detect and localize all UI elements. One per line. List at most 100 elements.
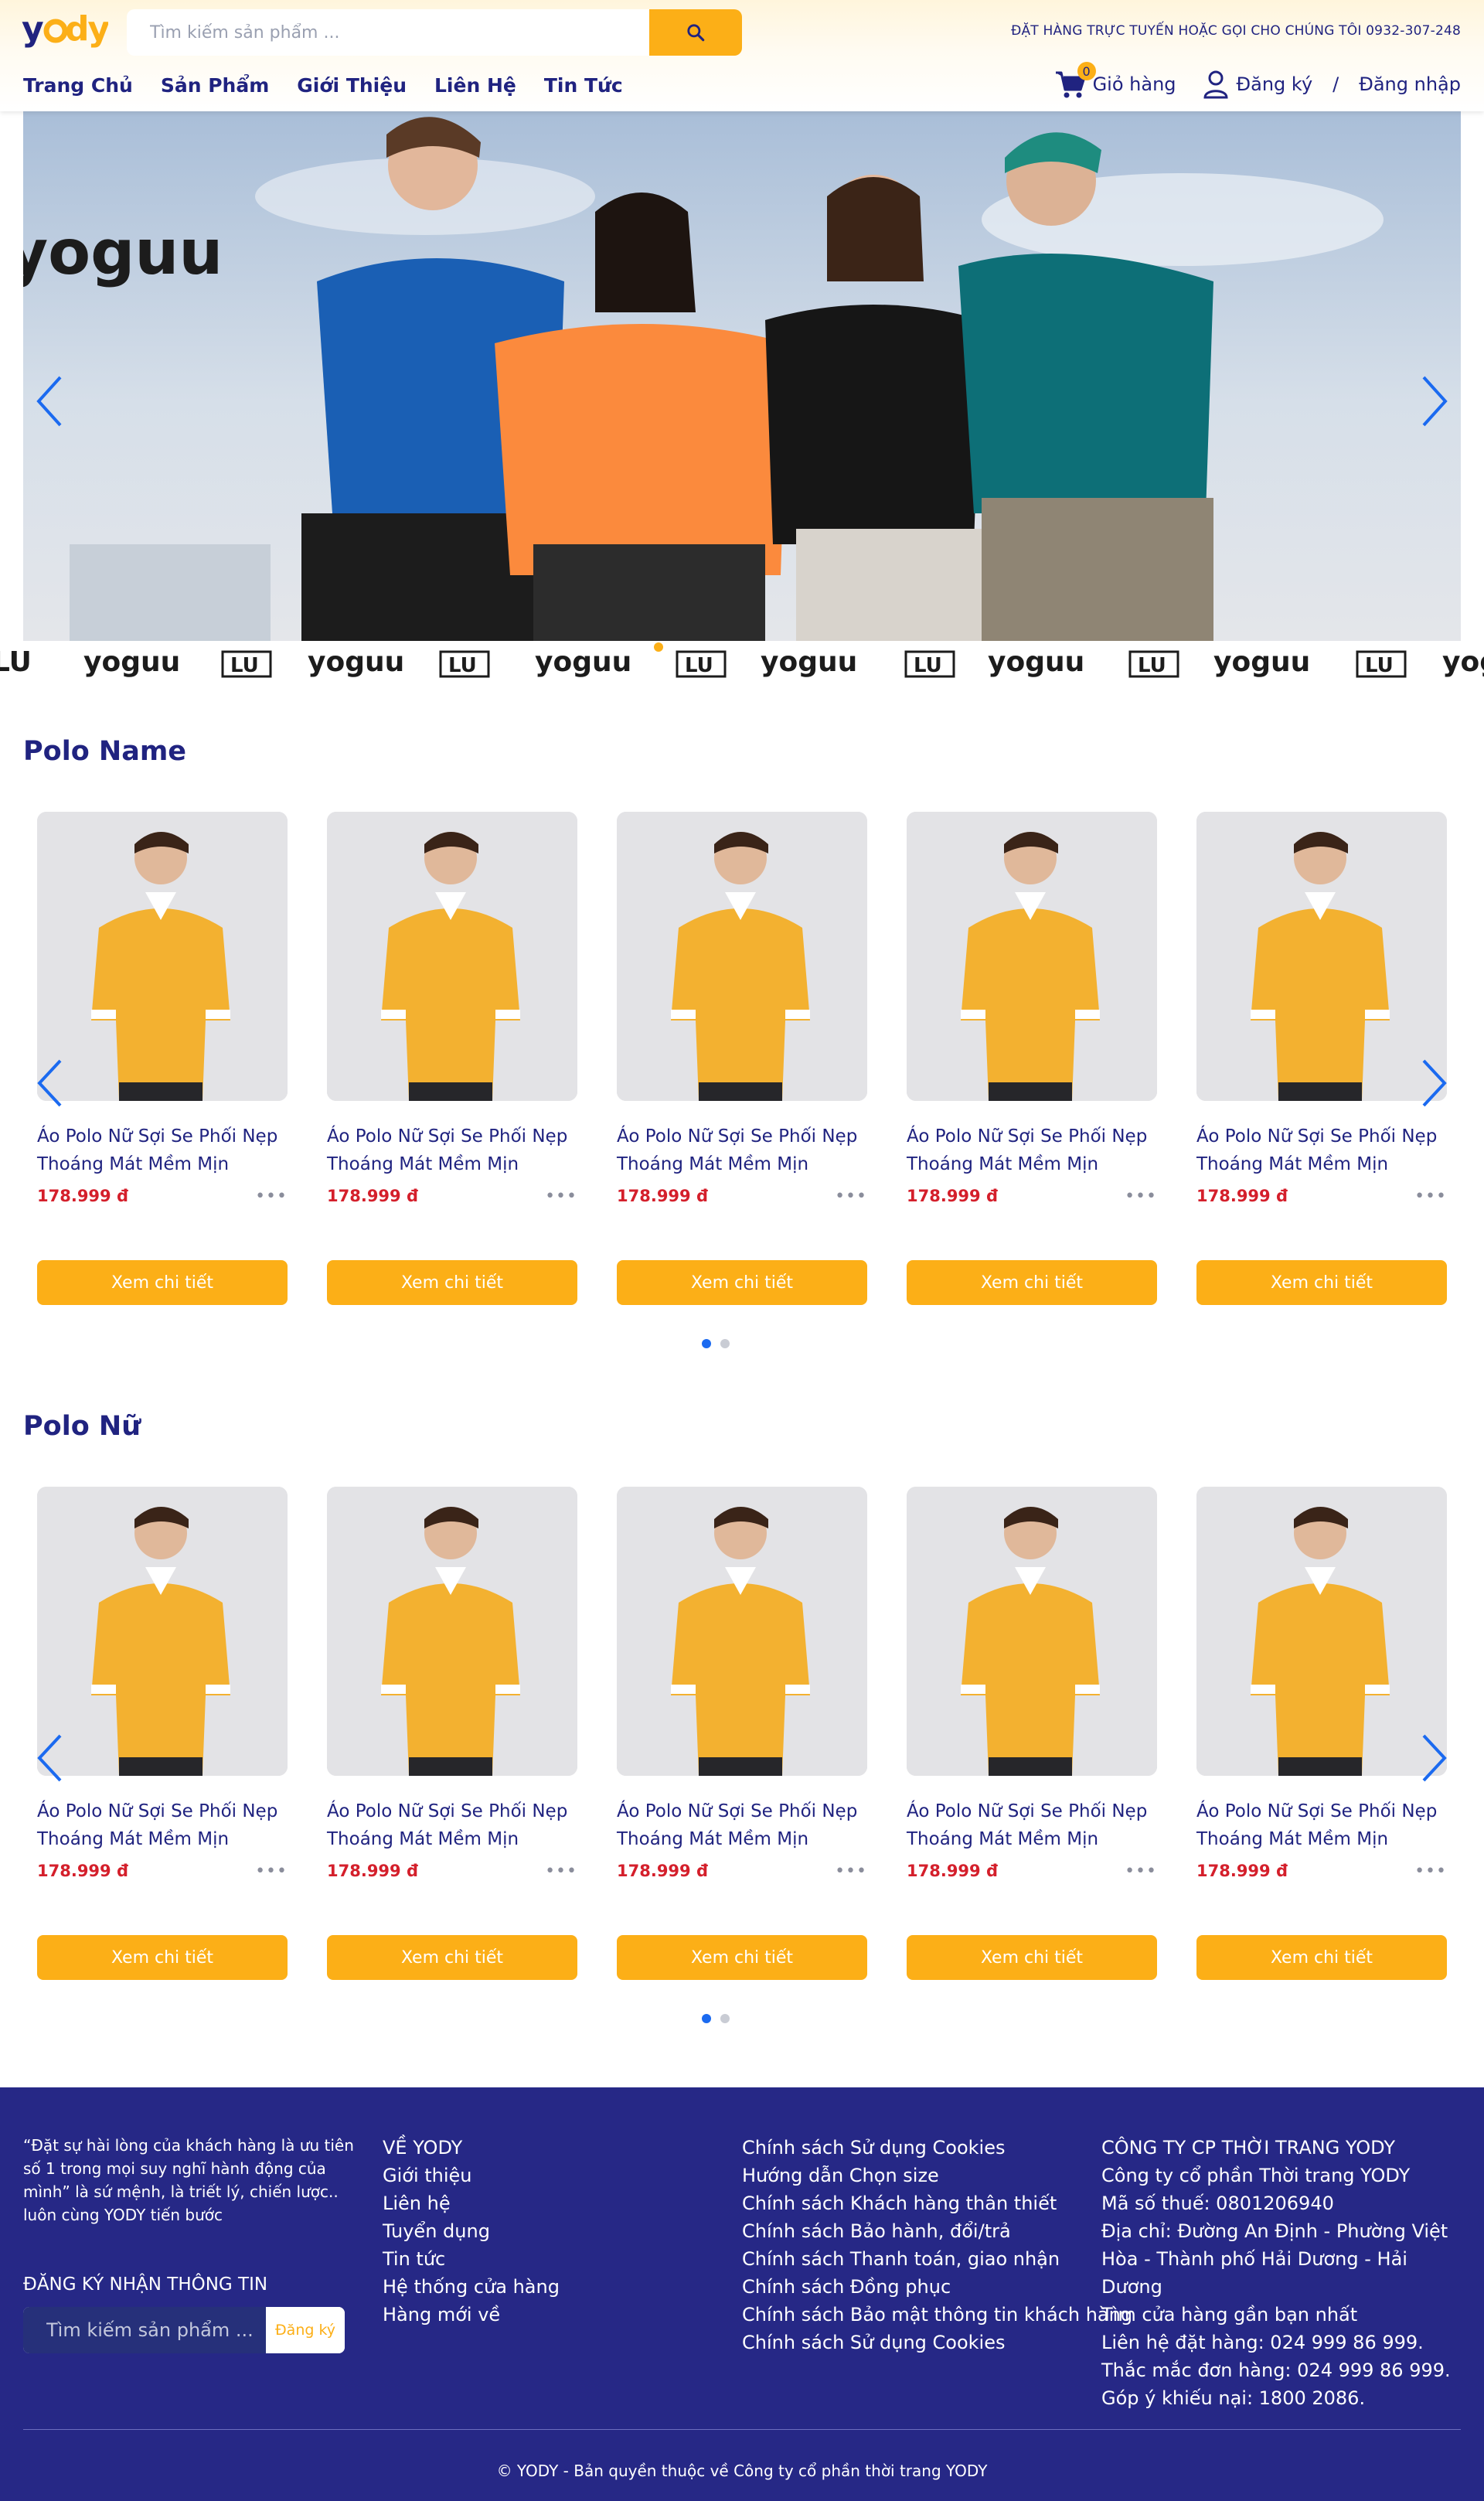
nav-products[interactable]: Sản Phẩm (161, 74, 269, 97)
register-link[interactable]: Đăng ký (1237, 73, 1313, 95)
newsletter-subscribe-button[interactable]: Đăng ký (266, 2307, 345, 2353)
polo-shirt-photo (907, 1487, 1157, 1776)
more-options-icon[interactable]: ••• (1414, 1862, 1447, 1881)
carousel-dot[interactable] (720, 2014, 730, 2023)
product-name[interactable]: Áo Polo Nữ Sợi Se Phối Nẹp Thoáng Mát Mề… (907, 1123, 1157, 1178)
carousel-dot-active[interactable] (702, 2014, 711, 2023)
carousel-next-arrow[interactable] (1421, 1733, 1448, 1787)
carousel-pagination (702, 2014, 730, 2023)
footer-link-cookies[interactable]: Chính sách Sử dụng Cookies (742, 2134, 1132, 2162)
view-detail-button[interactable]: Xem chi tiết (37, 1935, 288, 1980)
product-image[interactable] (617, 1487, 867, 1776)
carousel-prev-arrow[interactable] (36, 1733, 63, 1787)
product-name[interactable]: Áo Polo Nữ Sợi Se Phối Nẹp Thoáng Mát Mề… (37, 1123, 288, 1178)
footer-link-privacy[interactable]: Chính sách Bảo mật thông tin khách hàng (742, 2301, 1132, 2329)
footer-link-stores[interactable]: Hệ thống cửa hàng (383, 2273, 560, 2301)
product-image[interactable] (37, 1487, 288, 1776)
product-image[interactable] (1196, 1487, 1447, 1776)
chevron-right-icon (1422, 1734, 1447, 1782)
view-detail-button[interactable]: Xem chi tiết (907, 1260, 1157, 1305)
product-card[interactable]: Áo Polo Nữ Sợi Se Phối Nẹp Thoáng Mát Mề… (37, 1487, 288, 1980)
product-card[interactable]: Áo Polo Nữ Sợi Se Phối Nẹp Thoáng Mát Mề… (327, 812, 577, 1305)
search-button[interactable] (649, 9, 742, 56)
section-title-polo-name: Polo Name (23, 736, 187, 767)
product-card[interactable]: Áo Polo Nữ Sợi Se Phối Nẹp Thoáng Mát Mề… (1196, 812, 1447, 1305)
footer-link-uniform[interactable]: Chính sách Đồng phục (742, 2273, 1132, 2301)
product-card[interactable]: Áo Polo Nữ Sợi Se Phối Nẹp Thoáng Mát Mề… (907, 1487, 1157, 1980)
view-detail-button[interactable]: Xem chi tiết (617, 1260, 867, 1305)
more-options-icon[interactable]: ••• (545, 1862, 577, 1881)
product-name[interactable]: Áo Polo Nữ Sợi Se Phối Nẹp Thoáng Mát Mề… (327, 1797, 577, 1853)
product-image[interactable] (907, 1487, 1157, 1776)
company-heading: CÔNG TY CP THỜI TRANG YODY (1101, 2137, 1395, 2159)
carousel-next-arrow[interactable] (1421, 1058, 1448, 1112)
product-image[interactable] (327, 812, 577, 1101)
footer-link-news[interactable]: Tin tức (383, 2245, 560, 2273)
product-card[interactable]: Áo Polo Nữ Sợi Se Phối Nẹp Thoáng Mát Mề… (617, 812, 867, 1305)
footer-link-new-arrivals[interactable]: Hàng mới về (383, 2301, 560, 2329)
banner-dot-active[interactable] (654, 642, 663, 652)
cart-link[interactable]: 0 Giỏ hàng (1054, 62, 1176, 99)
product-card[interactable]: Áo Polo Nữ Sợi Se Phối Nẹp Thoáng Mát Mề… (37, 812, 288, 1305)
polo-shirt-photo (1196, 812, 1447, 1101)
footer-link-warranty[interactable]: Chính sách Bảo hành, đổi/trả (742, 2217, 1132, 2245)
view-detail-button[interactable]: Xem chi tiết (907, 1935, 1157, 1980)
view-detail-button[interactable]: Xem chi tiết (327, 1260, 577, 1305)
footer-link-size-guide[interactable]: Hướng dẫn Chọn size (742, 2162, 1132, 2189)
login-link[interactable]: Đăng nhập (1359, 73, 1461, 95)
product-name[interactable]: Áo Polo Nữ Sợi Se Phối Nẹp Thoáng Mát Mề… (1196, 1797, 1447, 1853)
footer-link-contact[interactable]: Liên hệ (383, 2189, 560, 2217)
more-options-icon[interactable]: ••• (835, 1862, 867, 1881)
product-name[interactable]: Áo Polo Nữ Sợi Se Phối Nẹp Thoáng Mát Mề… (327, 1123, 577, 1178)
view-detail-button[interactable]: Xem chi tiết (617, 1935, 867, 1980)
product-name[interactable]: Áo Polo Nữ Sợi Se Phối Nẹp Thoáng Mát Mề… (37, 1797, 288, 1853)
product-image[interactable] (617, 812, 867, 1101)
chevron-left-icon (36, 376, 62, 427)
carousel-dot-active[interactable] (702, 1339, 711, 1348)
product-card[interactable]: Áo Polo Nữ Sợi Se Phối Nẹp Thoáng Mát Mề… (907, 812, 1157, 1305)
product-card[interactable]: Áo Polo Nữ Sợi Se Phối Nẹp Thoáng Mát Mề… (617, 1487, 867, 1980)
product-image[interactable] (327, 1487, 577, 1776)
carousel-dot[interactable] (720, 1339, 730, 1348)
product-name[interactable]: Áo Polo Nữ Sợi Se Phối Nẹp Thoáng Mát Mề… (617, 1797, 867, 1853)
product-card[interactable]: Áo Polo Nữ Sợi Se Phối Nẹp Thoáng Mát Mề… (1196, 1487, 1447, 1980)
product-image[interactable] (907, 812, 1157, 1101)
yody-logo[interactable]: y dy (22, 8, 111, 54)
more-options-icon[interactable]: ••• (545, 1187, 577, 1206)
product-name[interactable]: Áo Polo Nữ Sợi Se Phối Nẹp Thoáng Mát Mề… (907, 1797, 1157, 1853)
banner-next-arrow[interactable] (1419, 374, 1450, 431)
footer-link-payment[interactable]: Chính sách Thanh toán, giao nhận (742, 2245, 1132, 2273)
more-options-icon[interactable]: ••• (255, 1187, 288, 1206)
carousel-prev-arrow[interactable] (36, 1058, 63, 1112)
footer-link-loyalty[interactable]: Chính sách Khách hàng thân thiết (742, 2189, 1132, 2217)
newsletter-input[interactable] (23, 2307, 266, 2353)
view-detail-button[interactable]: Xem chi tiết (37, 1260, 288, 1305)
footer-link-about[interactable]: Giới thiệu (383, 2162, 560, 2189)
order-inquiry-hotline: Thắc mắc đơn hàng: 024 999 86 999. (1101, 2360, 1451, 2381)
nav-home[interactable]: Trang Chủ (23, 74, 133, 97)
view-detail-button[interactable]: Xem chi tiết (327, 1935, 577, 1980)
store-locator-link[interactable]: Tìm cửa hàng gần bạn nhất (1101, 2301, 1465, 2329)
more-options-icon[interactable]: ••• (1125, 1862, 1157, 1881)
nav-about[interactable]: Giới Thiệu (297, 74, 407, 97)
product-image[interactable] (1196, 812, 1447, 1101)
more-options-icon[interactable]: ••• (255, 1862, 288, 1881)
more-options-icon[interactable]: ••• (1414, 1187, 1447, 1206)
product-name[interactable]: Áo Polo Nữ Sợi Se Phối Nẹp Thoáng Mát Mề… (617, 1123, 867, 1178)
nav-contact[interactable]: Liên Hệ (434, 74, 516, 97)
product-name[interactable]: Áo Polo Nữ Sợi Se Phối Nẹp Thoáng Mát Mề… (1196, 1123, 1447, 1178)
nav-news[interactable]: Tin Tức (544, 74, 623, 97)
more-options-icon[interactable]: ••• (1125, 1187, 1157, 1206)
footer-link-cookies-2[interactable]: Chính sách Sử dụng Cookies (742, 2329, 1132, 2356)
view-detail-button[interactable]: Xem chi tiết (1196, 1260, 1447, 1305)
view-detail-button[interactable]: Xem chi tiết (1196, 1935, 1447, 1980)
search-input[interactable] (127, 9, 649, 56)
product-card[interactable]: Áo Polo Nữ Sợi Se Phối Nẹp Thoáng Mát Mề… (327, 1487, 577, 1980)
footer-link-careers[interactable]: Tuyển dụng (383, 2217, 560, 2245)
product-meta: 178.999 đ ••• (617, 1859, 867, 1883)
banner-prev-arrow[interactable] (34, 374, 65, 431)
product-image[interactable] (37, 812, 288, 1101)
newsletter-title: ĐĂNG KÝ NHẬN THÔNG TIN (23, 2274, 268, 2295)
product-carousel-polo-name: Áo Polo Nữ Sợi Se Phối Nẹp Thoáng Mát Mề… (23, 812, 1461, 1353)
more-options-icon[interactable]: ••• (835, 1187, 867, 1206)
